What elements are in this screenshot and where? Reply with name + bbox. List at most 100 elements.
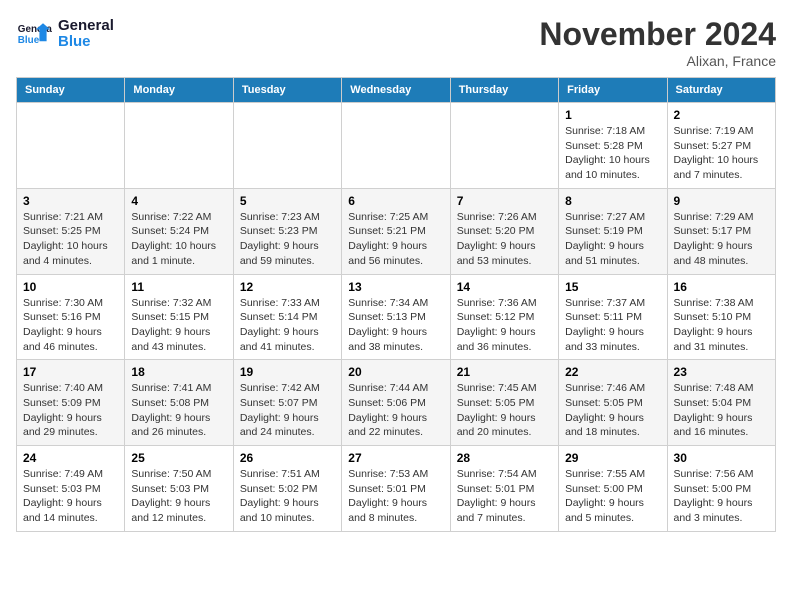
day-number: 25 bbox=[131, 451, 226, 465]
calendar-cell: 14Sunrise: 7:36 AM Sunset: 5:12 PM Dayli… bbox=[450, 274, 558, 360]
day-number: 23 bbox=[674, 365, 769, 379]
calendar-cell: 13 Sunrise: 7:34 AM Sunset: 5:13 PM Dayli… bbox=[342, 274, 450, 360]
svg-text:General: General bbox=[18, 24, 52, 35]
weekday-header-thursday: Thursday bbox=[450, 78, 558, 103]
day-info: Sunrise: 7:19 AM Sunset: 5:27 PM Dayligh… bbox=[674, 124, 769, 183]
calendar-header: SundayMondayTuesdayWednesdayThursdayFrid… bbox=[17, 78, 776, 103]
day-number: 30 bbox=[674, 451, 769, 465]
day-number: 29 bbox=[565, 451, 660, 465]
day-info: Sunrise: 7:53 AM Sunset: 5:01 PM Dayligh… bbox=[348, 467, 443, 526]
calendar-week-4: 17 Sunrise: 7:40 AM Sunset: 5:09 PM Dayli… bbox=[17, 360, 776, 446]
calendar-cell: 16Sunrise: 7:38 AM Sunset: 5:10 PM Dayli… bbox=[667, 274, 775, 360]
calendar-cell: 8Sunrise: 7:27 AM Sunset: 5:19 PM Daylig… bbox=[559, 188, 667, 274]
calendar-table: SundayMondayTuesdayWednesdayThursdayFrid… bbox=[16, 77, 776, 532]
day-info: Sunrise: 7:18 AM Sunset: 5:28 PM Dayligh… bbox=[565, 124, 660, 183]
day-number: 6 bbox=[348, 194, 443, 208]
day-number: 12 bbox=[240, 280, 335, 294]
title-area: November 2024 Alixan, France bbox=[539, 16, 776, 69]
calendar-cell: 5Sunrise: 7:23 AM Sunset: 5:23 PM Daylig… bbox=[233, 188, 341, 274]
day-info: Sunrise: 7:26 AM Sunset: 5:20 PM Dayligh… bbox=[457, 210, 552, 269]
calendar-week-5: 24Sunrise: 7:49 AM Sunset: 5:03 PM Dayli… bbox=[17, 446, 776, 532]
day-info: Sunrise: 7:34 AM Sunset: 5:13 PM Dayligh… bbox=[348, 296, 443, 355]
calendar-cell bbox=[17, 103, 125, 189]
logo: General Blue GeneralBlue bbox=[16, 16, 114, 52]
day-info: Sunrise: 7:49 AM Sunset: 5:03 PM Dayligh… bbox=[23, 467, 118, 526]
calendar-week-1: 1 Sunrise: 7:18 AM Sunset: 5:28 PM Daylig… bbox=[17, 103, 776, 189]
calendar-cell: 27 Sunrise: 7:53 AM Sunset: 5:01 PM Dayli… bbox=[342, 446, 450, 532]
calendar-cell: 7Sunrise: 7:26 AM Sunset: 5:20 PM Daylig… bbox=[450, 188, 558, 274]
calendar-cell: 12 Sunrise: 7:33 AM Sunset: 5:14 PM Dayli… bbox=[233, 274, 341, 360]
calendar-cell: 29 Sunrise: 7:55 AM Sunset: 5:00 PM Dayli… bbox=[559, 446, 667, 532]
calendar-cell bbox=[233, 103, 341, 189]
day-info: Sunrise: 7:48 AM Sunset: 5:04 PM Dayligh… bbox=[674, 381, 769, 440]
calendar-cell: 19 Sunrise: 7:42 AM Sunset: 5:07 PM Dayli… bbox=[233, 360, 341, 446]
day-info: Sunrise: 7:55 AM Sunset: 5:00 PM Dayligh… bbox=[565, 467, 660, 526]
day-info: Sunrise: 7:23 AM Sunset: 5:23 PM Dayligh… bbox=[240, 210, 335, 269]
day-info: Sunrise: 7:21 AM Sunset: 5:25 PM Dayligh… bbox=[23, 210, 118, 269]
day-number: 15 bbox=[565, 280, 660, 294]
weekday-header-saturday: Saturday bbox=[667, 78, 775, 103]
day-number: 2 bbox=[674, 108, 769, 122]
calendar-week-2: 3 Sunrise: 7:21 AM Sunset: 5:25 PM Daylig… bbox=[17, 188, 776, 274]
calendar-cell bbox=[342, 103, 450, 189]
weekday-row: SundayMondayTuesdayWednesdayThursdayFrid… bbox=[17, 78, 776, 103]
svg-text:Blue: Blue bbox=[18, 35, 40, 46]
day-info: Sunrise: 7:40 AM Sunset: 5:09 PM Dayligh… bbox=[23, 381, 118, 440]
day-number: 21 bbox=[457, 365, 552, 379]
day-info: Sunrise: 7:54 AM Sunset: 5:01 PM Dayligh… bbox=[457, 467, 552, 526]
calendar-cell: 21Sunrise: 7:45 AM Sunset: 5:05 PM Dayli… bbox=[450, 360, 558, 446]
calendar-cell: 20 Sunrise: 7:44 AM Sunset: 5:06 PM Dayli… bbox=[342, 360, 450, 446]
weekday-header-tuesday: Tuesday bbox=[233, 78, 341, 103]
day-number: 19 bbox=[240, 365, 335, 379]
calendar-cell: 15 Sunrise: 7:37 AM Sunset: 5:11 PM Dayli… bbox=[559, 274, 667, 360]
day-info: Sunrise: 7:22 AM Sunset: 5:24 PM Dayligh… bbox=[131, 210, 226, 269]
day-number: 11 bbox=[131, 280, 226, 294]
day-info: Sunrise: 7:29 AM Sunset: 5:17 PM Dayligh… bbox=[674, 210, 769, 269]
day-number: 14 bbox=[457, 280, 552, 294]
day-info: Sunrise: 7:50 AM Sunset: 5:03 PM Dayligh… bbox=[131, 467, 226, 526]
day-number: 20 bbox=[348, 365, 443, 379]
logo-text: GeneralBlue bbox=[58, 18, 114, 51]
calendar-cell: 26 Sunrise: 7:51 AM Sunset: 5:02 PM Dayli… bbox=[233, 446, 341, 532]
day-number: 13 bbox=[348, 280, 443, 294]
calendar-cell: 17 Sunrise: 7:40 AM Sunset: 5:09 PM Dayli… bbox=[17, 360, 125, 446]
day-number: 3 bbox=[23, 194, 118, 208]
weekday-header-friday: Friday bbox=[559, 78, 667, 103]
day-info: Sunrise: 7:44 AM Sunset: 5:06 PM Dayligh… bbox=[348, 381, 443, 440]
calendar-cell: 18Sunrise: 7:41 AM Sunset: 5:08 PM Dayli… bbox=[125, 360, 233, 446]
location: Alixan, France bbox=[539, 53, 776, 69]
calendar-cell: 4 Sunrise: 7:22 AM Sunset: 5:24 PM Daylig… bbox=[125, 188, 233, 274]
day-number: 22 bbox=[565, 365, 660, 379]
day-number: 18 bbox=[131, 365, 226, 379]
calendar-cell: 3 Sunrise: 7:21 AM Sunset: 5:25 PM Daylig… bbox=[17, 188, 125, 274]
day-number: 26 bbox=[240, 451, 335, 465]
day-number: 10 bbox=[23, 280, 118, 294]
day-number: 27 bbox=[348, 451, 443, 465]
calendar-cell: 28 Sunrise: 7:54 AM Sunset: 5:01 PM Dayli… bbox=[450, 446, 558, 532]
day-number: 1 bbox=[565, 108, 660, 122]
day-info: Sunrise: 7:27 AM Sunset: 5:19 PM Dayligh… bbox=[565, 210, 660, 269]
day-info: Sunrise: 7:30 AM Sunset: 5:16 PM Dayligh… bbox=[23, 296, 118, 355]
day-number: 9 bbox=[674, 194, 769, 208]
calendar-cell: 23 Sunrise: 7:48 AM Sunset: 5:04 PM Dayli… bbox=[667, 360, 775, 446]
calendar-cell: 25 Sunrise: 7:50 AM Sunset: 5:03 PM Dayli… bbox=[125, 446, 233, 532]
day-info: Sunrise: 7:38 AM Sunset: 5:10 PM Dayligh… bbox=[674, 296, 769, 355]
day-number: 4 bbox=[131, 194, 226, 208]
calendar-cell: 6Sunrise: 7:25 AM Sunset: 5:21 PM Daylig… bbox=[342, 188, 450, 274]
day-info: Sunrise: 7:56 AM Sunset: 5:00 PM Dayligh… bbox=[674, 467, 769, 526]
day-number: 28 bbox=[457, 451, 552, 465]
weekday-header-sunday: Sunday bbox=[17, 78, 125, 103]
calendar-cell: 1 Sunrise: 7:18 AM Sunset: 5:28 PM Daylig… bbox=[559, 103, 667, 189]
day-info: Sunrise: 7:51 AM Sunset: 5:02 PM Dayligh… bbox=[240, 467, 335, 526]
day-info: Sunrise: 7:33 AM Sunset: 5:14 PM Dayligh… bbox=[240, 296, 335, 355]
day-number: 17 bbox=[23, 365, 118, 379]
calendar-cell: 11Sunrise: 7:32 AM Sunset: 5:15 PM Dayli… bbox=[125, 274, 233, 360]
day-info: Sunrise: 7:37 AM Sunset: 5:11 PM Dayligh… bbox=[565, 296, 660, 355]
calendar-cell: 22Sunrise: 7:46 AM Sunset: 5:05 PM Dayli… bbox=[559, 360, 667, 446]
calendar-cell: 30 Sunrise: 7:56 AM Sunset: 5:00 PM Dayli… bbox=[667, 446, 775, 532]
weekday-header-wednesday: Wednesday bbox=[342, 78, 450, 103]
weekday-header-monday: Monday bbox=[125, 78, 233, 103]
page-header: General Blue GeneralBlue November 2024 A… bbox=[16, 16, 776, 69]
month-title: November 2024 bbox=[539, 16, 776, 53]
day-info: Sunrise: 7:42 AM Sunset: 5:07 PM Dayligh… bbox=[240, 381, 335, 440]
